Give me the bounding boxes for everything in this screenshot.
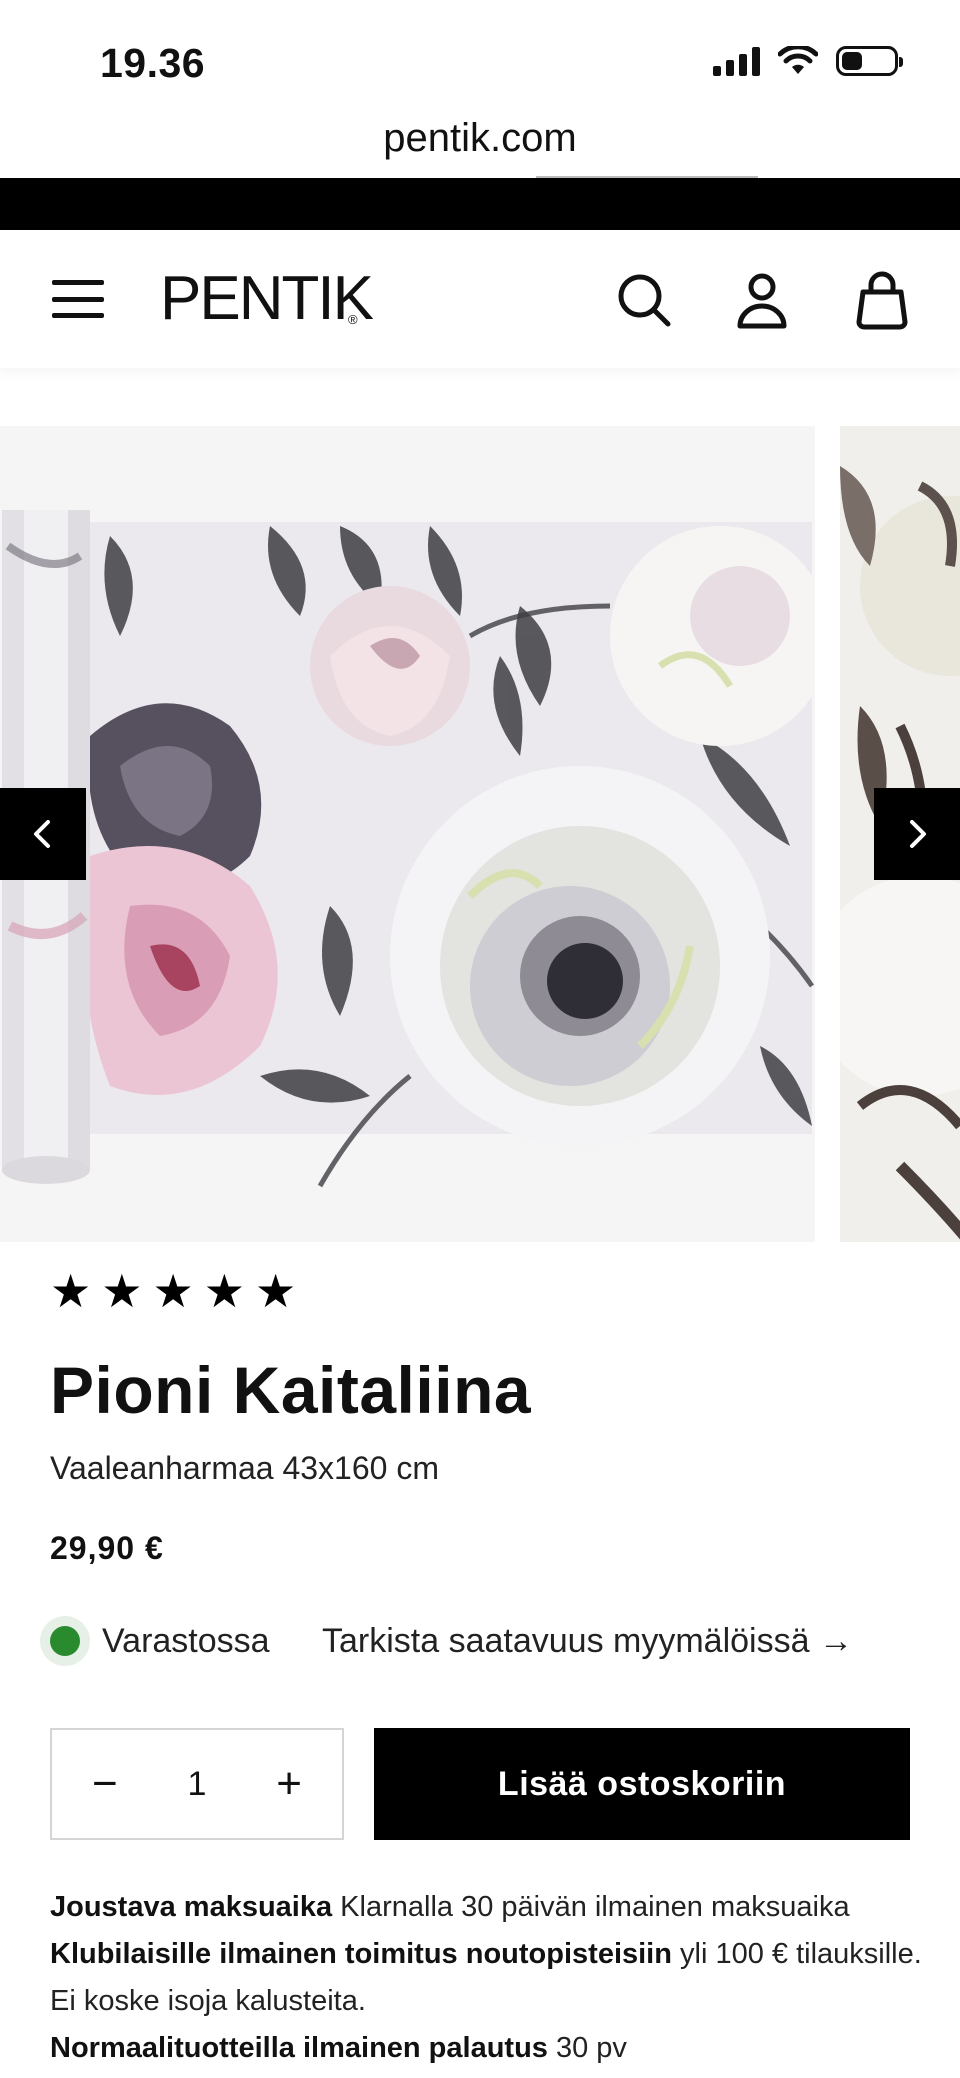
star-rating[interactable]: ★ ★ ★ ★ ★ [50, 1268, 296, 1314]
search-icon[interactable] [614, 270, 674, 330]
star-icon: ★ [255, 1265, 297, 1317]
product-gallery[interactable] [0, 426, 960, 1242]
add-to-cart-button[interactable]: Lisää ostoskoriin [374, 1728, 910, 1840]
quantity-decrease-button[interactable]: − [92, 1762, 118, 1806]
return-info-title: Normaalituotteilla ilmainen palautus [50, 2032, 548, 2064]
in-stock-dot-icon [40, 1616, 90, 1666]
product-variant: Vaaleanharmaa 43x160 cm [50, 1450, 439, 1486]
quantity-increase-button[interactable]: + [276, 1762, 302, 1806]
star-icon: ★ [101, 1265, 143, 1317]
status-bar: 19.36 [0, 0, 960, 110]
stock-status: Varastossa [40, 1616, 270, 1666]
check-store-availability-link[interactable]: Tarkista saatavuus myymälöissä → [322, 1622, 853, 1661]
star-icon: ★ [203, 1265, 245, 1317]
gallery-next-button[interactable] [874, 788, 960, 880]
chevron-right-icon [910, 820, 926, 848]
site-logo[interactable]: PENTIK [160, 266, 374, 332]
return-info-text: 30 pv [547, 2032, 627, 2064]
site-header: PENTIK ® [0, 230, 960, 368]
product-image [0, 426, 815, 1242]
delivery-info-line: Klubilaisille ilmainen toimitus noutopis… [50, 1931, 930, 2025]
chevron-left-icon [34, 820, 50, 848]
menu-icon[interactable] [52, 274, 104, 324]
bag-icon[interactable] [852, 270, 912, 330]
star-icon: ★ [152, 1265, 194, 1317]
payment-info-title: Joustava maksuaika [50, 1891, 333, 1923]
payment-info-text: Klarnalla 30 päivän ilmainen maksuaika [332, 1891, 850, 1923]
browser-url-bar[interactable]: pentik.com [0, 110, 960, 179]
delivery-info-title: Klubilaisille ilmainen toimitus noutopis… [50, 1938, 672, 1970]
quantity-stepper: − 1 + [50, 1728, 344, 1840]
stock-label: Varastossa [102, 1621, 270, 1660]
battery-icon [836, 46, 903, 76]
product-title: Pioni Kaitaliina [50, 1353, 532, 1427]
logo-registered-mark: ® [348, 312, 358, 327]
url-text: pentik.com [383, 116, 577, 160]
announcement-bar [0, 178, 960, 230]
signal-icon [713, 46, 760, 76]
product-price: 29,90 € [50, 1530, 164, 1566]
payment-info-line: Joustava maksuaika Klarnalla 30 päivän i… [50, 1884, 930, 1931]
gallery-prev-button[interactable] [0, 788, 86, 880]
star-icon: ★ [50, 1265, 92, 1317]
status-icons [713, 46, 903, 76]
quantity-value[interactable]: 1 [188, 1765, 207, 1804]
wifi-icon [778, 46, 818, 74]
shipping-info: Joustava maksuaika Klarnalla 30 päivän i… [50, 1884, 930, 2072]
return-info-line: Normaalituotteilla ilmainen palautus 30 … [50, 2025, 930, 2072]
account-icon[interactable] [732, 270, 792, 330]
status-time: 19.36 [100, 40, 206, 86]
